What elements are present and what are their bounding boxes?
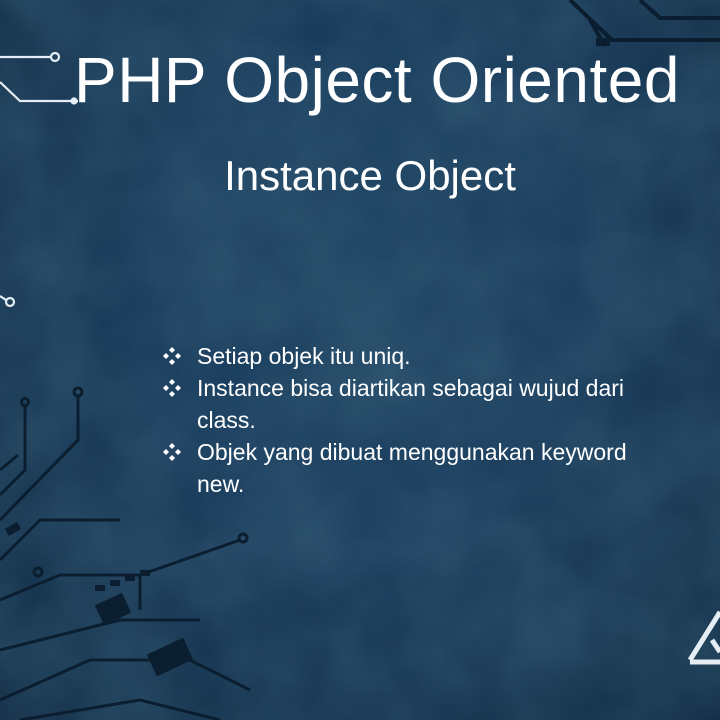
four-diamond-bullet-icon	[163, 443, 181, 461]
bullet-item: Instance bisa diartikan sebagai wujud da…	[160, 372, 660, 436]
bullet-text: Instance bisa diartikan sebagai wujud da…	[197, 375, 625, 433]
slide-title: PHP Object Oriented	[74, 44, 680, 116]
four-diamond-bullet-icon	[163, 379, 181, 397]
four-diamond-bullet-icon	[163, 347, 181, 365]
bullet-item: Objek yang dibuat menggunakan keyword ne…	[160, 436, 660, 500]
presentation-slide: PHP Object Oriented Instance Object Seti…	[0, 0, 720, 720]
bullet-item: Setiap objek itu uniq.	[160, 340, 660, 372]
bullet-text: Objek yang dibuat menggunakan keyword ne…	[197, 439, 627, 497]
bullet-text: Setiap objek itu uniq.	[197, 343, 411, 369]
slide-subtitle: Instance Object	[224, 152, 516, 199]
bullet-list: Setiap objek itu uniq. Instance bisa dia…	[160, 340, 660, 500]
circuit-chips	[4, 522, 194, 677]
circuit-bottom-right-traces	[687, 610, 720, 665]
